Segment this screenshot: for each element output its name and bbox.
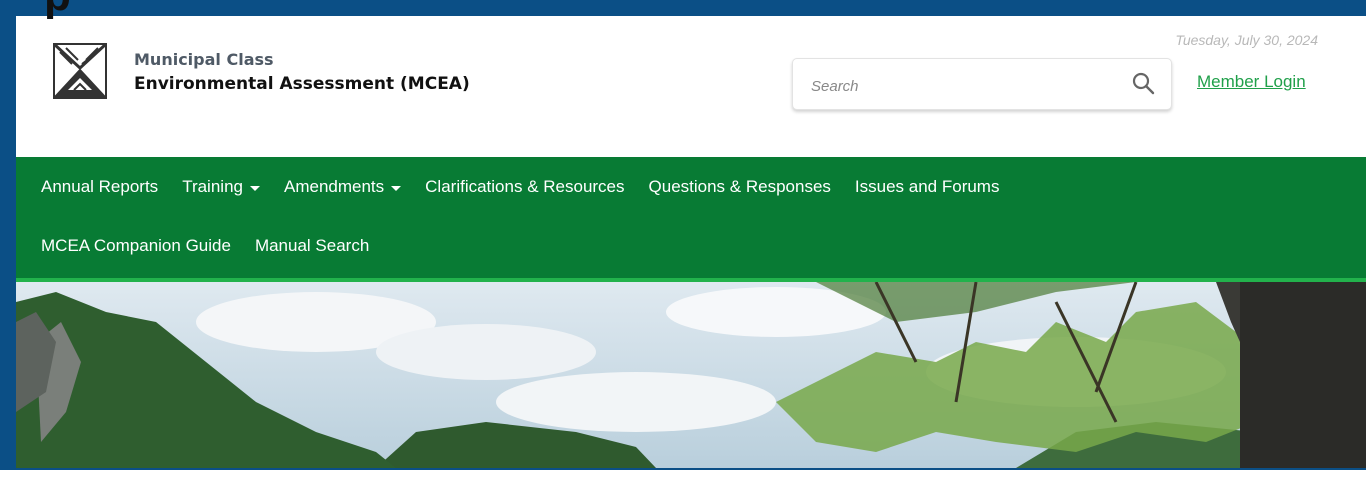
nav-item-label: Questions & Responses	[648, 177, 831, 196]
org-name-line1: Municipal Class	[134, 50, 274, 69]
nav-item-label: Issues and Forums	[854, 177, 1000, 196]
frame-border-left	[0, 0, 16, 477]
nav-item-label: Clarifications & Resources	[425, 177, 625, 196]
nav-item-training[interactable]: Training	[182, 177, 260, 197]
nav-item-label: Training	[182, 177, 243, 196]
nav-item-label: Annual Reports	[41, 177, 159, 196]
search-box	[792, 58, 1172, 110]
page-frame: Municipal Class Environmental Assessment…	[0, 0, 1366, 477]
landscape-photo	[16, 282, 1366, 468]
page-heading-fragment: p	[44, 0, 71, 18]
mcea-logo-icon[interactable]	[50, 40, 110, 102]
nav-item-label: Manual Search	[254, 236, 370, 255]
search-input[interactable]	[809, 73, 1113, 99]
caret-down-icon	[391, 185, 402, 191]
nav-item-questions-responses[interactable]: Questions & Responses	[649, 177, 831, 197]
nav-row-secondary: MCEA Companion Guide Manual Search	[41, 236, 393, 256]
nav-item-issues-forums[interactable]: Issues and Forums	[855, 177, 1000, 197]
nav-item-companion-guide[interactable]: MCEA Companion Guide	[41, 236, 231, 256]
nav-item-annual-reports[interactable]: Annual Reports	[41, 177, 158, 197]
page-bottom-margin	[0, 470, 1366, 477]
caret-down-icon	[249, 185, 260, 191]
nav-row-primary: Annual Reports Training Amendments Clari…	[41, 177, 1023, 197]
hero-banner-image	[16, 282, 1366, 468]
member-login-link[interactable]: Member Login	[1197, 72, 1306, 92]
nav-item-amendments[interactable]: Amendments	[283, 177, 402, 197]
nav-item-label: MCEA Companion Guide	[41, 236, 231, 255]
nav-item-clarifications-resources[interactable]: Clarifications & Resources	[425, 177, 624, 197]
nav-item-manual-search[interactable]: Manual Search	[255, 236, 369, 256]
search-icon[interactable]	[1131, 71, 1155, 95]
frame-border-top	[0, 0, 1366, 16]
nav-item-label: Amendments	[283, 177, 385, 196]
main-navigation: Annual Reports Training Amendments Clari…	[16, 157, 1366, 282]
org-name-line2: Environmental Assessment (MCEA)	[134, 74, 470, 94]
current-date: Tuesday, July 30, 2024	[1175, 32, 1318, 48]
